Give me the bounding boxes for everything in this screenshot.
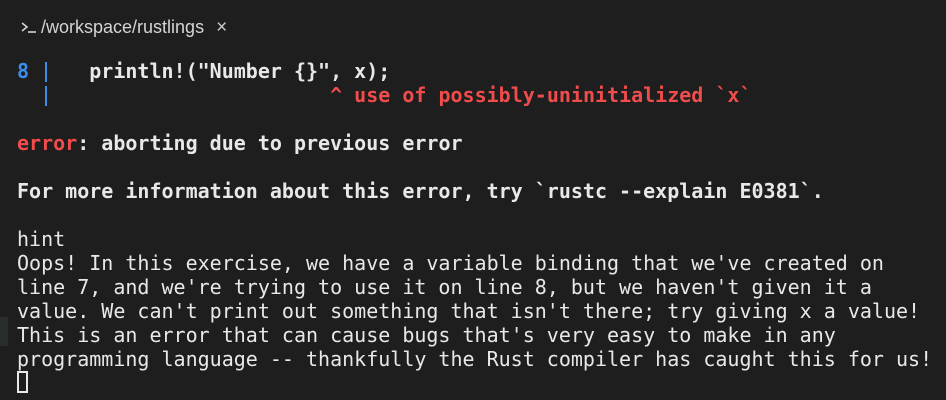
tab-title: /workspace/rustlings	[41, 16, 205, 37]
code-text: println!("Number {}", x);	[41, 59, 391, 83]
line-number: 8	[17, 59, 30, 83]
tab-bar: /workspace/rustlings ×	[0, 0, 946, 54]
terminal-output[interactable]: 8 println!("Number {}", x); ^ use of pos…	[0, 54, 946, 400]
caret-line: ^ use of possibly-uninitialized `x`	[17, 83, 752, 107]
scroll-marker	[0, 317, 8, 346]
close-icon[interactable]: ×	[216, 18, 227, 37]
hint-line-1: Oops! In this exercise, we have a variab…	[17, 251, 884, 275]
gutter-bar	[29, 59, 41, 83]
hint-line-3: value. We can't print out something that…	[17, 299, 921, 323]
error-line: error: aborting due to previous error	[17, 131, 463, 155]
terminal-window: /workspace/rustlings × 8 println!("Numbe…	[0, 0, 946, 400]
hint-line-2: line 7, and we're trying to use it on li…	[17, 275, 872, 299]
terminal-icon	[19, 17, 39, 37]
error-text: : aborting due to previous error	[77, 131, 463, 155]
gutter-bar-2	[17, 83, 41, 107]
hint-line-5: programming language -- thankfully the R…	[17, 347, 933, 371]
error-label: error	[17, 131, 78, 155]
more-info-line: For more information about this error, t…	[17, 179, 824, 203]
terminal-tab[interactable]: /workspace/rustlings ×	[0, 0, 239, 54]
hint-line-4: This is an error that can cause bugs tha…	[17, 323, 836, 347]
terminal-cursor	[17, 371, 28, 393]
caret-message: ^ use of possibly-uninitialized `x`	[330, 83, 752, 107]
hint-label: hint	[17, 227, 66, 251]
code-line: 8 println!("Number {}", x);	[17, 59, 390, 83]
